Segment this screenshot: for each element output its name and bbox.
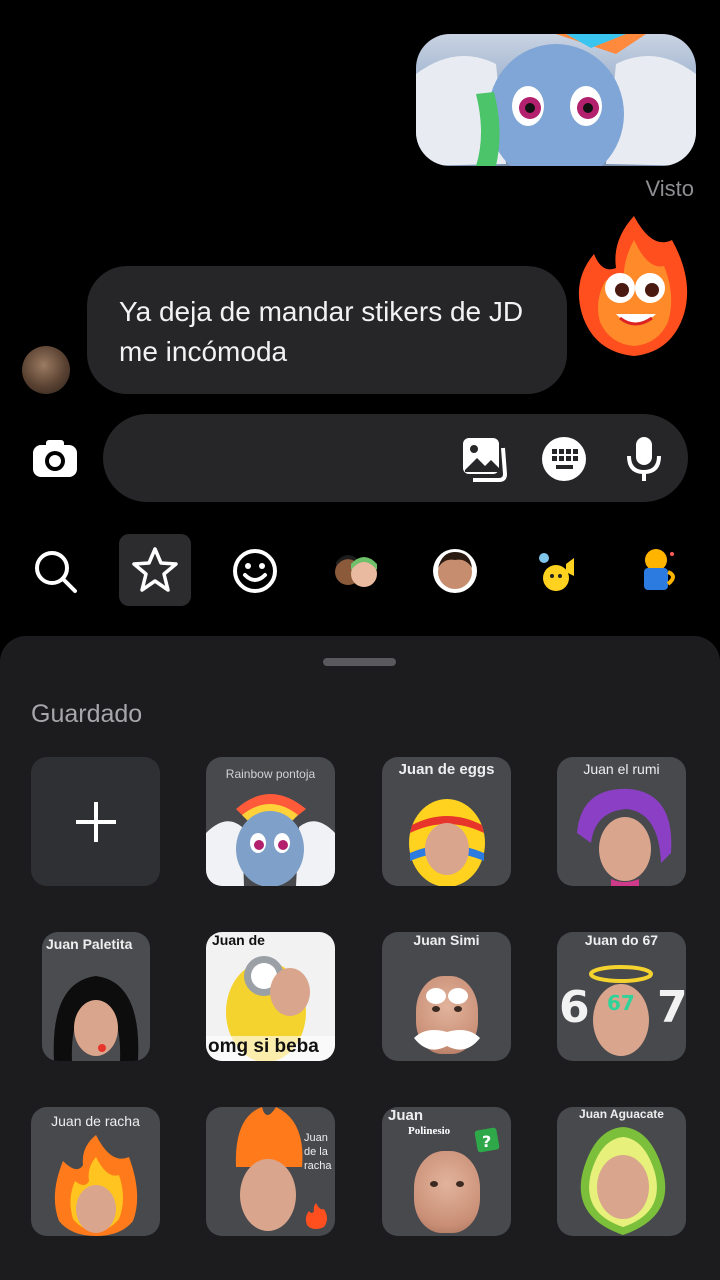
smiley-icon [233,549,277,593]
search-icon [35,551,77,593]
star-icon [132,547,178,592]
face-art [414,1151,480,1233]
pony-sticker-art [206,794,335,886]
sticker-juan-do-67[interactable]: Juan do 67 6 7 67 [557,932,686,1061]
sender-avatar[interactable] [22,346,70,394]
add-sticker-button[interactable] [31,757,160,886]
mustache-sticker-art [414,988,480,1050]
received-message-bubble[interactable]: Ya deja de mandar stikers de JD me incóm… [87,266,567,394]
avatar-pair-icon [335,555,377,587]
purple-hair-sticker-art [577,788,672,886]
voice-button[interactable] [619,434,669,484]
sticker-juan-aguacate[interactable]: Juan Aguacate [557,1107,686,1236]
sticker-subcaption: omg si beba [208,1036,319,1057]
svg-text:?: ? [482,1132,491,1151]
sticker-subcaption: Polinesio [408,1125,451,1137]
sticker-keyboard-button[interactable] [539,434,589,484]
sticker-caption: Juan de racha [51,1113,140,1129]
sticker-caption: Juan Paletita [46,936,133,952]
sticker-rainbow-pontoja[interactable]: Rainbow pontoja [206,757,335,886]
fire-character-icon [578,216,688,356]
sticker-caption: Juan de eggs [398,761,495,778]
tab-search[interactable] [30,546,80,596]
microphone-icon [627,437,661,481]
sticker-caption: Juan el rumi [583,761,660,777]
saved-section-title: Guardado [31,700,143,728]
sticker-juan-paletita[interactable]: Juan Paletita [42,932,150,1061]
message-input[interactable] [103,414,688,502]
sticker-juan-polinesio[interactable]: Juan Polinesio ? [382,1107,511,1236]
flame-sticker-art [54,1135,138,1236]
sent-sticker-rainbow-pony[interactable] [416,34,696,166]
gallery-button[interactable] [459,434,509,484]
small-fire-icon [305,1203,327,1229]
plus-icon [75,801,116,842]
seen-status: Visto [645,176,694,201]
egg-sticker-art [409,799,485,886]
halo-67-sticker-art: 6 7 67 [559,965,686,1056]
green-question-icon: ? [474,1127,500,1153]
sticker-juan-de-la-racha[interactable]: Juan de la racha [206,1107,335,1236]
svg-text:67: 67 [607,991,635,1015]
svg-text:7: 7 [657,982,686,1033]
keyboard-icon [542,437,586,481]
camera-button[interactable] [30,434,80,484]
sticker-juan-simi[interactable]: Juan Simi [382,932,511,1061]
received-message-text: Ya deja de mandar stikers de JD me incóm… [119,296,524,367]
tab-avatars[interactable] [330,546,380,596]
avocado-sticker-art [580,1127,666,1235]
sticker-juan-de-racha[interactable]: Juan de racha [31,1107,160,1236]
camera-icon [33,440,77,477]
sticker-juan-de-eggs[interactable]: Juan de eggs [382,757,511,886]
sticker-caption: Juan [388,1107,424,1124]
tab-stickers-b[interactable] [632,546,682,596]
fire-reaction-sticker[interactable] [572,210,696,360]
sticker-caption: Juan de la racha [304,1132,332,1172]
tab-emoji[interactable] [230,546,280,596]
sticker-juan-de-omg[interactable]: Juan de omg si beba [206,932,335,1061]
tab-favorites[interactable] [119,534,191,606]
sticker-caption: Juan Simi [413,932,480,948]
pony-sticker-art [416,34,696,166]
avatar-face-icon [433,549,477,593]
sheet-drag-handle[interactable] [323,658,396,666]
sticker-juan-el-rumi[interactable]: Juan el rumi [557,757,686,886]
tab-stickers-a[interactable] [532,546,582,596]
svg-text:6: 6 [559,982,590,1033]
mug-character-icon [644,549,675,590]
gallery-icon [463,438,508,482]
black-hair-sticker-art [53,976,139,1061]
sticker-caption: Juan Aguacate [579,1107,664,1121]
sticker-caption: Rainbow pontoja [225,767,316,781]
sticker-caption: Juan do 67 [584,932,659,948]
orange-hat-sticker-art [235,1107,303,1231]
tab-my-avatar[interactable] [430,546,480,596]
character-sticker-icon [539,553,574,591]
